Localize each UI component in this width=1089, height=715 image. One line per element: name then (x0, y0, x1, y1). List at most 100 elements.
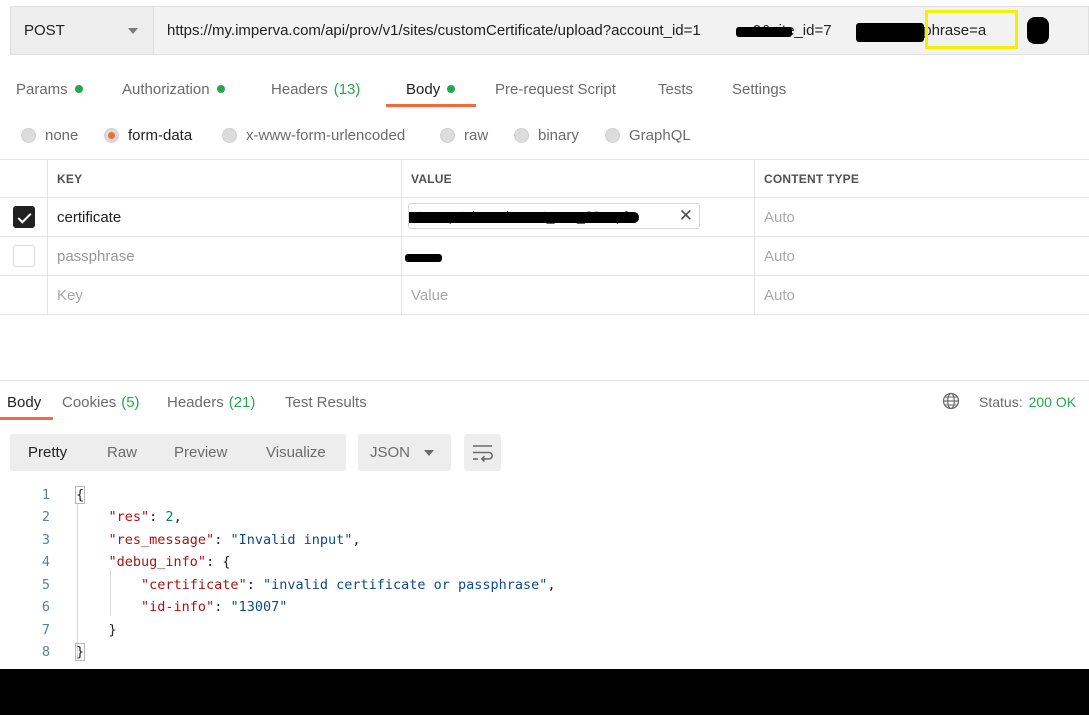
tab-label: Headers (167, 393, 224, 411)
divider (0, 380, 1089, 381)
code-line: "certificate": "invalid certificate or p… (141, 577, 556, 593)
view-visualize-button[interactable]: Visualize (266, 434, 326, 471)
radio-icon (104, 127, 119, 143)
content-type-cell[interactable]: Auto (755, 276, 1089, 314)
radio-none[interactable]: none (21, 120, 78, 150)
view-pretty-button[interactable]: Pretty (28, 434, 67, 471)
view-raw-button[interactable]: Raw (107, 434, 137, 471)
file-chip: ta.csp.telematics.net_san_20 a.pfx ✕ (408, 203, 700, 229)
redaction-mark (856, 23, 924, 42)
response-tab-test-results[interactable]: Test Results (285, 385, 367, 419)
tab-label: Body (406, 80, 441, 98)
row-checkbox[interactable] (12, 245, 35, 267)
code-line: "id-info": "13007" (141, 599, 288, 615)
tab-label: Body (7, 393, 42, 411)
code-line: "res": 2, (108, 509, 182, 525)
column-header-value: VALUE (402, 160, 755, 197)
code-line: "res_message": "Invalid input", (108, 532, 361, 548)
active-tab-indicator (0, 417, 53, 420)
value-cell[interactable]: ta.csp.telematics.net_san_20 a.pfx ✕ (402, 198, 755, 236)
tab-label: Params (16, 80, 68, 98)
value-placeholder[interactable]: Value (402, 276, 755, 314)
line-number: 8 (41, 644, 50, 660)
chevron-down-icon (424, 450, 434, 456)
request-tabs: Params Authorization Headers (13) Body Pr… (0, 68, 1089, 110)
content-type-cell[interactable]: Auto (755, 237, 1089, 275)
code-line: { (74, 486, 86, 504)
line-number: 3 (41, 532, 50, 548)
line-number: 4 (41, 554, 50, 570)
cropped-area (0, 669, 1089, 715)
response-tab-cookies[interactable]: Cookies (5) (62, 385, 140, 419)
line-number: 7 (41, 622, 50, 638)
method-select[interactable]: POST (10, 6, 153, 55)
close-icon[interactable]: ✕ (679, 206, 693, 226)
redaction-mark (409, 212, 639, 223)
response-status: Status: 200 OK (979, 393, 1076, 411)
tab-params[interactable]: Params (16, 68, 83, 110)
radio-x-www-form-urlencoded[interactable]: x-www-form-urlencoded (222, 120, 405, 150)
radio-binary[interactable]: binary (514, 120, 579, 150)
radio-graphql[interactable]: GraphQL (605, 120, 691, 150)
table-row: passphrase Auto (0, 237, 1089, 276)
tab-label: Pre-request Script (495, 80, 616, 98)
column-header-content-type: CONTENT TYPE (764, 171, 860, 186)
tab-count: (13) (333, 80, 361, 98)
radio-icon (222, 127, 237, 143)
view-mode-group: Pretty Raw Preview Visualize (10, 434, 346, 471)
highlight-box (925, 10, 1018, 49)
radio-icon (440, 127, 455, 143)
method-label: POST (24, 22, 65, 39)
line-number: 5 (41, 577, 50, 593)
line-number: 1 (41, 487, 50, 503)
column-header-key: KEY (48, 160, 402, 197)
format-select[interactable]: JSON (358, 434, 451, 471)
redaction-mark (405, 254, 442, 262)
tab-label: Tests (658, 80, 694, 98)
form-data-table: KEY VALUE CONTENT TYPE certificate ta.cs… (0, 159, 1089, 315)
status-value[interactable]: 200 OK (1029, 394, 1076, 410)
response-tab-body[interactable]: Body (7, 385, 41, 419)
tab-authorization[interactable]: Authorization (122, 68, 225, 110)
code-line: "debug_info": { (108, 554, 231, 570)
radio-icon (514, 127, 529, 143)
row-checkbox[interactable] (12, 206, 35, 228)
wrap-lines-button[interactable] (464, 434, 501, 471)
url-segment-1: https://my.imperva.com/api/prov/v1/sites… (167, 22, 701, 39)
status-dot (216, 85, 225, 93)
view-preview-button[interactable]: Preview (174, 434, 227, 471)
code-line: } (76, 622, 117, 638)
response-tab-headers[interactable]: Headers (21) (167, 385, 255, 419)
radio-icon (21, 127, 36, 143)
tab-label: Authorization (122, 80, 210, 98)
key-placeholder[interactable]: Key (48, 276, 402, 314)
status-dot (74, 85, 83, 93)
tab-pre-request-script[interactable]: Pre-request Script (495, 68, 616, 110)
chevron-down-icon (128, 28, 138, 34)
radio-form-data[interactable]: form-data (104, 120, 192, 150)
radio-label: raw (464, 126, 489, 144)
line-number: 6 (41, 599, 50, 615)
tab-headers[interactable]: Headers (13) (271, 68, 360, 110)
key-cell[interactable]: certificate (48, 198, 402, 236)
body-type-selector: none form-data x-www-form-urlencoded raw… (0, 120, 1089, 150)
content-type-cell[interactable]: Auto (755, 198, 1089, 236)
key-cell[interactable]: passphrase (48, 237, 402, 275)
redaction-mark (736, 27, 792, 37)
active-tab-indicator (386, 104, 476, 107)
value-cell[interactable] (402, 237, 755, 275)
globe-icon[interactable] (942, 392, 960, 410)
radio-label: binary (538, 126, 579, 144)
radio-label: form-data (128, 126, 193, 144)
tab-count: (21) (228, 393, 256, 411)
line-number: 2 (41, 509, 50, 525)
table-row: certificate ta.csp.telematics.net_san_20… (0, 198, 1089, 237)
format-label: JSON (370, 444, 411, 461)
tab-settings[interactable]: Settings (732, 68, 786, 110)
tab-count: (5) (121, 393, 140, 411)
tab-label: Cookies (62, 393, 117, 411)
redaction-mark (1027, 17, 1049, 44)
table-row: Key Value Auto (0, 276, 1089, 315)
radio-raw[interactable]: raw (440, 120, 488, 150)
tab-tests[interactable]: Tests (658, 68, 693, 110)
